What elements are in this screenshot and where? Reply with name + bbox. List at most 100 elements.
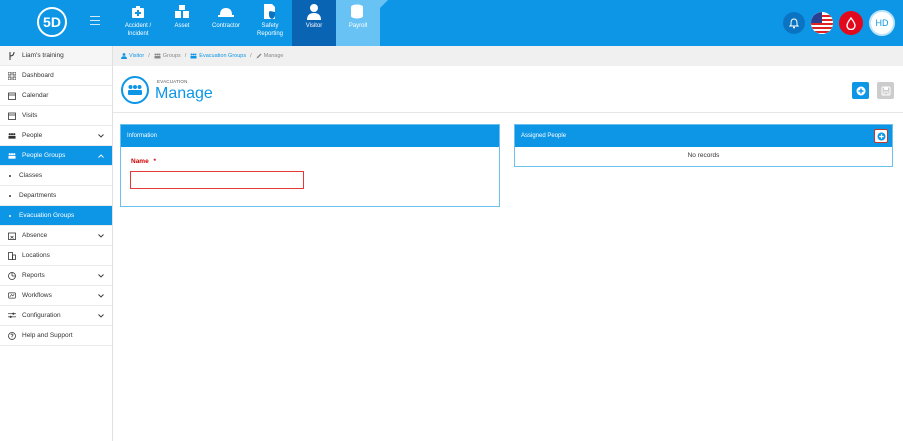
dashboard-icon (8, 71, 16, 80)
module-accident-incident[interactable]: Accident / Incident (116, 0, 160, 46)
sidebar-item-people-groups[interactable]: People Groups (0, 146, 112, 166)
name-label-text: Name (131, 158, 149, 165)
plus-circle-icon (856, 86, 865, 95)
sliders-icon (8, 312, 16, 320)
breadcrumb-groups[interactable]: Groups (154, 53, 181, 59)
breadcrumb-label: Visitor (129, 53, 145, 59)
no-records-message: No records (687, 152, 720, 159)
sidebar: Liam's training Dashboard Calendar Visit… (0, 46, 113, 441)
module-label: Payroll (348, 23, 368, 29)
module-asset[interactable]: Asset (160, 0, 204, 46)
user-avatar[interactable]: HD (869, 10, 895, 36)
module-bar: Accident / Incident Asset Contractor Saf… (116, 0, 388, 46)
module-contractor[interactable]: Contractor (204, 0, 248, 46)
sidebar-item-label: Absence (22, 232, 48, 239)
sidebar-item-help-and-support[interactable]: Help and Support (0, 326, 112, 346)
assigned-people-panel: Assigned People No records (514, 124, 893, 167)
sidebar-item-label: Workflows (22, 292, 52, 299)
sidebar-item-label: Departments (19, 192, 57, 199)
notifications-bell-icon[interactable] (783, 12, 805, 34)
avatar-initials: HD (875, 18, 889, 28)
page-title: Manage (155, 85, 213, 102)
breadcrumb: Visitor / Groups / Evacuation Groups / M… (113, 46, 903, 66)
sidebar-item-reports[interactable]: Reports (0, 266, 112, 286)
logo-area: 5D (0, 0, 113, 46)
evacuation-group-icon (121, 76, 149, 104)
building-icon (8, 251, 16, 260)
sidebar-item-label: Calendar (22, 92, 49, 99)
sidebar-item-absence[interactable]: Absence (0, 226, 112, 246)
coins-icon (349, 4, 367, 20)
module-label: Contractor (211, 23, 240, 29)
sidebar-item-label: Classes (19, 172, 43, 179)
assigned-people-header: Assigned People (515, 125, 892, 147)
information-panel: Information Name * (120, 124, 500, 207)
sidebar-item-dashboard[interactable]: Dashboard (0, 66, 112, 86)
sidebar-item-people[interactable]: People (0, 126, 112, 146)
add-people-button[interactable] (874, 129, 888, 143)
app-logo[interactable]: 5D (37, 7, 67, 37)
safety-report-icon (261, 4, 279, 20)
sidebar-item-label: Locations (22, 252, 50, 259)
breadcrumb-separator: / (148, 53, 150, 59)
sidebar-item-workflows[interactable]: Workflows (0, 286, 112, 306)
sidebar-item-label: Visits (22, 112, 38, 119)
chevron-down-icon (98, 273, 104, 280)
module-label: Visitor (305, 23, 323, 29)
module-label: Safety Reporting (256, 23, 283, 37)
sidebar-item-label: Reports (22, 272, 45, 279)
person-icon (121, 53, 127, 59)
calendar-check-icon (8, 112, 16, 120)
sidebar-subitem-departments[interactable]: Departments (0, 186, 112, 206)
module-label: Accident / Incident (124, 23, 152, 37)
name-input[interactable] (130, 171, 304, 189)
us-flag-icon[interactable] (811, 12, 833, 34)
module-safety-reporting[interactable]: Safety Reporting (248, 0, 292, 46)
save-button[interactable] (877, 82, 894, 99)
plus-circle-icon (877, 132, 885, 140)
module-visitor[interactable]: Visitor (292, 0, 336, 46)
sidebar-item-liams-training[interactable]: Liam's training (0, 46, 112, 66)
workflow-icon (8, 292, 16, 300)
breadcrumb-manage: Manage (256, 53, 284, 59)
page-subtitle: EVACUATION (157, 79, 188, 84)
boxes-icon (173, 4, 191, 20)
panel-title: Information (127, 133, 158, 139)
first-aid-icon (129, 4, 147, 20)
sidebar-item-label: Help and Support (22, 332, 73, 339)
sidebar-item-locations[interactable]: Locations (0, 246, 112, 266)
person-icon (305, 4, 323, 20)
required-marker: * (153, 158, 157, 165)
sidebar-item-label: Liam's training (22, 52, 64, 59)
chevron-down-icon (98, 133, 104, 140)
breadcrumb-visitor[interactable]: Visitor (121, 53, 144, 59)
pencil-icon (256, 53, 262, 59)
sidebar-subitem-evacuation-groups[interactable]: Evacuation Groups (0, 206, 112, 226)
bullet-icon (9, 174, 11, 177)
chevron-up-icon (98, 153, 104, 160)
alert-drop-icon[interactable] (839, 11, 863, 35)
module-payroll[interactable]: Payroll (336, 0, 388, 46)
sidebar-item-calendar[interactable]: Calendar (0, 86, 112, 106)
people-groups-icon (154, 53, 161, 59)
top-right-controls: HD (783, 0, 903, 46)
people-groups-icon (190, 53, 197, 59)
hardhat-icon (217, 4, 235, 20)
sidebar-item-label: Evacuation Groups (19, 212, 75, 219)
add-button[interactable] (852, 82, 869, 99)
people-groups-icon (8, 152, 16, 160)
menu-toggle-icon[interactable] (90, 16, 100, 28)
top-navigation-bar: 5D Accident / Incident Asset Contractor … (0, 0, 903, 46)
chevron-down-icon (98, 293, 104, 300)
page-header: EVACUATION Manage (113, 66, 903, 113)
logo-text: 5D (43, 14, 61, 30)
sidebar-item-label: People Groups (22, 152, 66, 159)
sidebar-subitem-classes[interactable]: Classes (0, 166, 112, 186)
breadcrumb-evacuation-groups[interactable]: Evacuation Groups (190, 53, 246, 59)
breadcrumb-label: Evacuation Groups (199, 53, 247, 59)
sidebar-item-visits[interactable]: Visits (0, 106, 112, 126)
breadcrumb-label: Groups (162, 53, 181, 59)
breadcrumb-label: Manage (263, 53, 284, 59)
sidebar-item-configuration[interactable]: Configuration (0, 306, 112, 326)
bullet-icon (9, 214, 11, 217)
